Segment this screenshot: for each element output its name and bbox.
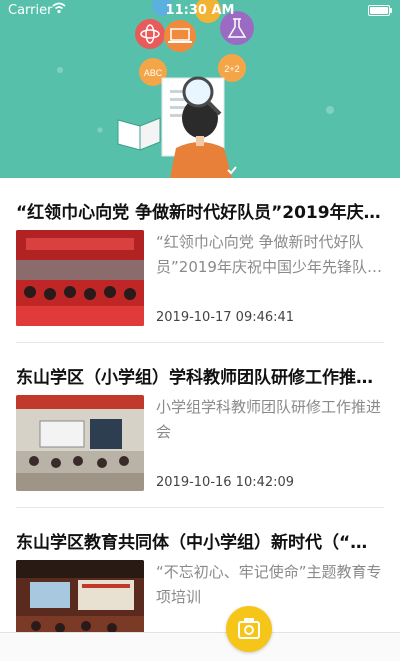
article-summary: “红领巾心向党 争做新时代好队员”2019年庆祝中国少年先锋队建队70周年 [156,233,382,276]
camera-icon [238,618,260,639]
header-banner: ABC 2+2 [0,0,400,178]
battery-icon [368,5,392,16]
laptop-icon [164,20,196,52]
article-item[interactable]: “红领巾心向党 争做新时代好队员”2019年庆祝中国少年先锋队建队70周年 “红… [16,178,384,343]
article-title[interactable]: 东山学区（小学组）学科教师团队研修工作推进会 [16,363,384,388]
article-item[interactable]: 东山学区（小学组）学科教师团队研修工作推进会 小学组学科教师团队研修工作推进会 … [16,343,384,508]
book-icon [117,117,161,151]
article-list: “红领巾心向党 争做新时代好队员”2019年庆祝中国少年先锋队建队70周年 “红… [0,178,400,672]
status-time: 11:30 AM [165,3,235,18]
article-summary: 小学组学科教师团队研修工作推进会 [156,398,382,441]
status-bar: Carrier 11:30 AM [0,0,400,22]
article-summary: “不忘初心、牢记使命”主题教育专项培训 [156,563,382,606]
article-date: 2019-10-16 10:42:09 [156,475,295,490]
article-thumbnail[interactable] [16,230,144,326]
svg-text:2+2: 2+2 [224,64,239,74]
article-date: 2019-10-17 09:46:41 [156,310,295,325]
camera-button[interactable] [226,606,272,652]
atom-icon [135,19,165,49]
article-title[interactable]: “红领巾心向党 争做新时代好队员”2019年庆祝中国少年先锋队建队70周年 [16,198,384,223]
article-title[interactable]: 东山学区教育共同体（中小学组）新时代（“不忘初心、牢记使命”主题教育专项培训） [16,528,384,553]
article-thumbnail[interactable] [16,395,144,491]
svg-text:ABC: ABC [144,68,163,78]
tab-bar [0,632,400,661]
